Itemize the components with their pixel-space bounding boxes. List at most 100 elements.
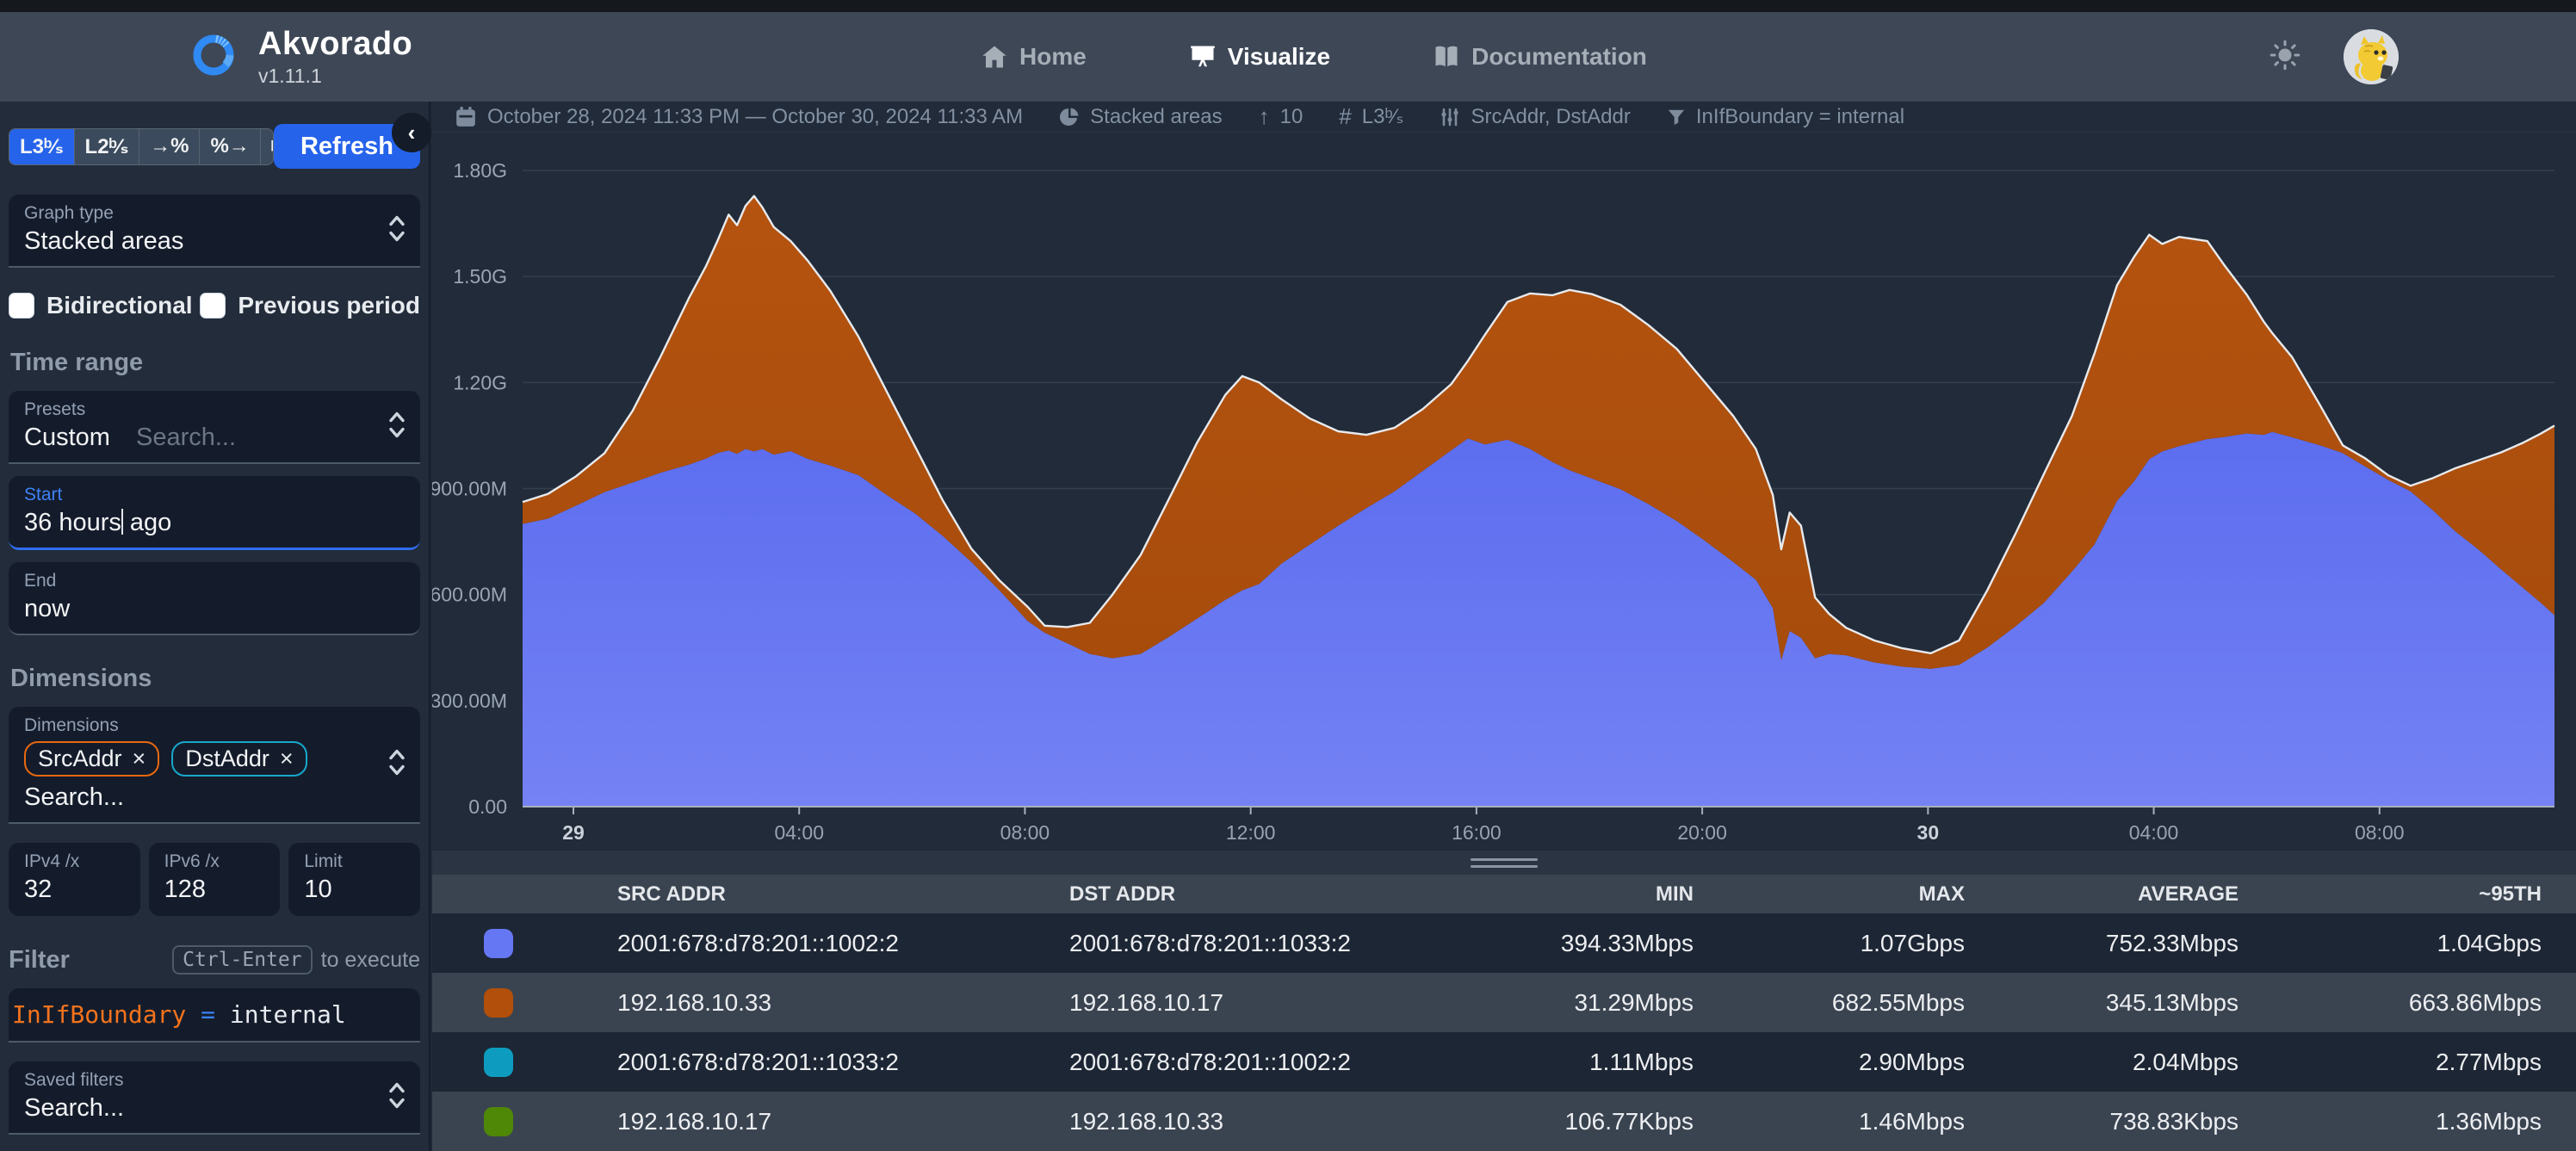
chart-resize-handle[interactable] <box>432 851 2576 875</box>
arrow-up-icon: ↑ <box>1259 103 1270 130</box>
col-average: AVERAGE <box>1999 875 2273 913</box>
start-value-rest: ago <box>123 509 171 536</box>
user-avatar[interactable] <box>2344 29 2399 84</box>
nav-label: Home <box>1019 43 1087 71</box>
svg-text:04:00: 04:00 <box>2129 821 2179 844</box>
graph-type-label: Graph type <box>24 203 405 224</box>
app-version: v1.11.1 <box>258 65 412 88</box>
limit-input[interactable]: Limit 10 <box>288 843 420 916</box>
theme-sun-icon[interactable] <box>2269 40 2300 75</box>
unit-option-4[interactable]: ᵖ⁄ₛ <box>261 129 274 164</box>
calendar-icon <box>455 106 477 128</box>
series-color-swatch <box>484 1107 513 1136</box>
svg-text:20:00: 20:00 <box>1677 821 1727 844</box>
hash-icon: # <box>1339 103 1351 130</box>
svg-text:08:00: 08:00 <box>1000 821 1050 844</box>
window-titlebar <box>0 0 2576 12</box>
svg-text:04:00: 04:00 <box>774 821 824 844</box>
col-src-addr: SRC ADDR <box>617 875 1069 913</box>
unit-selector: L3ᵇ⁄ₛL2ᵇ⁄ₛ→%%→ᵖ⁄ₛ <box>9 128 274 165</box>
svg-text:1.50G: 1.50G <box>453 265 507 288</box>
summary-filter: InIfBoundary = internal <box>1667 105 1904 129</box>
series-color-swatch <box>484 929 513 958</box>
ipv6-prefix-input[interactable]: IPv6 /x 128 <box>149 843 281 916</box>
table-row[interactable]: 2001:678:d78:201::1002:22001:678:d78:201… <box>432 913 2576 973</box>
table-header-row: SRC ADDR DST ADDR MIN MAX AVERAGE ~95TH <box>432 875 2576 913</box>
svg-text:300.00M: 300.00M <box>432 690 507 712</box>
dimension-tags: SrcAddr× DstAddr × <box>24 741 405 777</box>
dimensions-header: Dimensions <box>10 665 420 693</box>
svg-text:29: 29 <box>562 821 585 844</box>
chevron-updown-icon <box>387 410 406 443</box>
filter-operator-token: = <box>201 1000 215 1029</box>
pie-chart-icon <box>1059 107 1080 127</box>
kbd-suffix: to execute <box>321 948 420 973</box>
saved-filters-select[interactable]: Saved filters Search... <box>9 1061 420 1135</box>
filter-expression-editor[interactable]: InIfBoundary = internal <box>9 988 420 1043</box>
dimensions-field-label: Dimensions <box>24 715 405 736</box>
col-max: MAX <box>1728 875 1999 913</box>
limit-label: Limit <box>304 851 405 872</box>
graph-type-value: Stacked areas <box>24 227 405 256</box>
app-title: Akvorado <box>258 26 412 63</box>
summary-unit: # L3ᵇ⁄ₛ <box>1339 103 1403 130</box>
filter-value-token: internal <box>230 1000 346 1029</box>
saved-filters-label: Saved filters <box>24 1070 405 1091</box>
start-label: Start <box>24 485 405 505</box>
start-time-input[interactable]: Start 36 hours ago <box>9 476 420 550</box>
main-panel: October 28, 2024 11:33 PM — October 30, … <box>432 102 2576 1151</box>
navbar: Akvorado v1.11.1 Home Visualize Document… <box>0 12 2576 102</box>
navbar-right <box>2269 12 2399 102</box>
graph-summary-bar: October 28, 2024 11:33 PM — October 30, … <box>432 102 2576 133</box>
col-95th: ~95TH <box>2273 875 2576 913</box>
presets-select[interactable]: Presets Custom Search... <box>9 391 420 464</box>
dimensions-search-placeholder: Search... <box>24 783 405 812</box>
nav-links: Home Visualize Documentation <box>981 12 1647 102</box>
limit-value: 10 <box>304 876 405 904</box>
svg-text:08:00: 08:00 <box>2355 821 2405 844</box>
traffic-chart[interactable]: 1.80G1.50G1.20G900.00M600.00M300.00M0.00… <box>432 133 2576 851</box>
graph-type-select[interactable]: Graph type Stacked areas <box>9 195 420 268</box>
presets-search-placeholder: Search... <box>136 424 236 451</box>
end-time-input[interactable]: End now <box>9 562 420 635</box>
saved-filters-placeholder: Search... <box>24 1094 405 1123</box>
ipv4-prefix-input[interactable]: IPv4 /x 32 <box>9 843 140 916</box>
nav-item-visualize[interactable]: Visualize <box>1190 43 1330 71</box>
time-range-header: Time range <box>10 349 420 377</box>
bidirectional-checkbox[interactable] <box>9 293 34 319</box>
dimension-tag-dstaddr[interactable]: DstAddr × <box>171 741 307 777</box>
tag-label: DstAddr <box>185 746 269 772</box>
nav-item-home[interactable]: Home <box>981 43 1087 71</box>
col-dst-addr: DST ADDR <box>1069 875 1541 913</box>
svg-text:30: 30 <box>1917 821 1940 844</box>
end-label: End <box>24 571 405 591</box>
dimension-tag-srcaddr[interactable]: SrcAddr× <box>24 741 159 777</box>
home-icon <box>981 44 1007 70</box>
nav-label: Documentation <box>1471 43 1647 71</box>
akvorado-logo-icon <box>191 33 236 82</box>
table-row[interactable]: 2001:678:d78:201::1033:22001:678:d78:201… <box>432 1032 2576 1092</box>
dimensions-select[interactable]: Dimensions SrcAddr× DstAddr × Search... <box>9 707 420 824</box>
start-value: 36 hours <box>24 509 121 536</box>
table-row[interactable]: 192.168.10.17192.168.10.33 106.77Kbps1.4… <box>432 1092 2576 1151</box>
unit-option-3[interactable]: %→ <box>200 129 260 164</box>
chevron-updown-icon <box>387 1080 406 1114</box>
sidebar-collapse-button[interactable]: ‹ <box>392 113 431 152</box>
flows-table: SRC ADDR DST ADDR MIN MAX AVERAGE ~95TH … <box>432 875 2576 1151</box>
tag-remove-icon[interactable]: × <box>280 746 294 772</box>
presets-value: Custom <box>24 424 110 451</box>
previous-period-checkbox[interactable] <box>200 293 226 319</box>
tag-remove-icon[interactable]: × <box>133 746 146 772</box>
unit-option-2[interactable]: →% <box>139 129 200 164</box>
svg-text:16:00: 16:00 <box>1452 821 1502 844</box>
nav-item-documentation[interactable]: Documentation <box>1434 43 1647 71</box>
svg-text:1.80G: 1.80G <box>453 159 507 182</box>
unit-option-0[interactable]: L3ᵇ⁄ₛ <box>9 129 75 164</box>
filter-header: Filter <box>9 946 70 975</box>
nav-label: Visualize <box>1228 43 1330 71</box>
table-row[interactable]: 192.168.10.33192.168.10.17 31.29Mbps682.… <box>432 973 2576 1032</box>
unit-option-1[interactable]: L2ᵇ⁄ₛ <box>75 129 140 164</box>
ipv6-value: 128 <box>164 876 265 904</box>
brand[interactable]: Akvorado v1.11.1 <box>191 26 412 88</box>
summary-dimensions: SrcAddr, DstAddr <box>1440 105 1630 129</box>
